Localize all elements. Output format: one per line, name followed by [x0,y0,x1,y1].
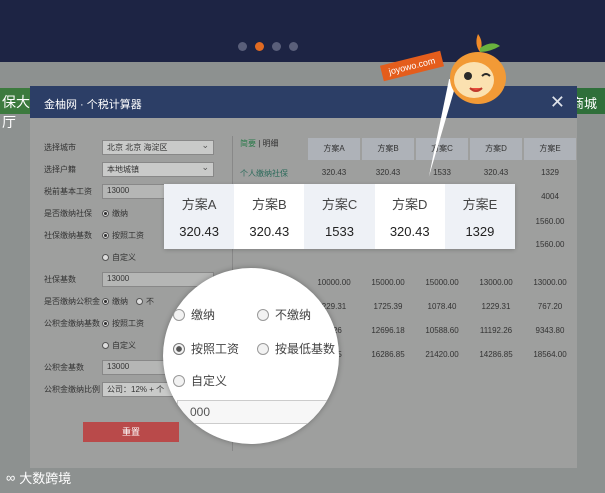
fund-base-input-label: 公积金基数 [44,362,84,372]
table-cell: 13000.00 [533,278,567,287]
table-cell: 4004 [541,192,559,201]
table-cell: 11192.26 [479,326,513,335]
hukou-label: 选择户籍 [44,164,76,174]
table-cell: 12696.18 [371,326,405,335]
column-header: 方案B [362,138,414,160]
table-cell: 21420.00 [425,350,459,359]
zoom-radio-custom[interactable]: 自定义 [173,372,227,389]
tab-separator: | [258,139,261,148]
close-icon[interactable]: ✕ [550,92,565,113]
table-cell: 1329 [541,168,559,177]
pay-social-radio[interactable]: 缴纳 [102,208,128,219]
carousel-dot-active[interactable] [255,42,264,51]
tab-summary[interactable]: 简要 [240,139,256,148]
table-cell: 10000.00 [317,278,351,287]
carousel-dot[interactable] [272,42,281,51]
plan-value: 320.43 [249,224,290,239]
plan-header: 方案E [462,197,498,212]
plan-header: 方案D [392,197,428,212]
pay-fund-label: 是否缴纳公积金 [44,296,100,306]
brand-logo-icon: ∞ [6,470,16,485]
result-table-header: 方案A 方案B 方案C 方案D 方案E [308,138,578,160]
table-cell: 18564.00 [533,350,567,359]
zoom-radio-pay[interactable]: 缴纳 [173,306,215,323]
carousel-dot[interactable] [289,42,298,51]
table-cell: 320.43 [375,168,401,177]
plan-column: 方案C 1533 [304,184,375,249]
plan-value: 320.43 [389,224,430,239]
fund-base-radio-salary[interactable]: 按照工资 [102,318,144,329]
row-label: 个人缴纳社保 [240,169,288,178]
carousel-dots[interactable] [238,42,298,51]
column-header: 方案D [470,138,522,160]
table-cell: 15000.00 [425,278,459,287]
city-select[interactable]: 北京 北京 海淀区 [102,139,214,155]
plan-header: 方案A [181,197,217,212]
fund-base-radio-custom[interactable]: 自定义 [102,340,136,351]
result-tabs: 简要 | 明细 [240,138,279,149]
carousel-dot[interactable] [238,42,247,51]
social-base-input[interactable]: 13000 [102,271,214,287]
fund-ratio-label: 公积金缴纳比例 [44,384,100,394]
plan-value: 320.43 [179,224,219,239]
callout-card: 方案A 320.43 方案B 320.43 方案C 1533 方案D 320.43 方案… [164,184,516,249]
hukou-select[interactable]: 本地城镇 [102,161,214,177]
top-banner [0,0,605,62]
table-cell: 9343.80 [535,326,565,335]
table-cell: 13000.00 [479,278,513,287]
plan-value: 1329 [465,224,495,239]
mascot-icon [450,34,506,104]
salary-label: 税前基本工资 [44,186,92,196]
table-cell: 16286.85 [371,350,405,359]
column-header: 方案A [308,138,360,160]
bottom-brand: ∞ 大数跨境 [6,468,71,487]
tab-detail[interactable]: 明细 [263,139,279,148]
column-header: 方案E [524,138,576,160]
social-base-radio-salary[interactable]: 按照工资 [102,230,144,241]
plan-header: 方案B [251,197,287,212]
plan-column: 方案D 320.43 [375,184,445,249]
social-base-radio-custom[interactable]: 自定义 [102,252,136,263]
plan-header: 方案C [321,197,358,212]
zoom-magnifier: 缴纳 不缴纳 按照工资 按最低基数 自定义 000 [163,268,339,444]
modal-title: 金柚网 · 个税计算器 [44,99,142,111]
zoom-radio-min-base[interactable]: 按最低基数 [257,340,335,357]
plan-column: 方案A 320.43 [164,184,235,249]
social-base-label: 社保缴纳基数 [44,230,92,240]
table-cell: 767.20 [537,302,563,311]
pay-fund-radio[interactable]: 缴纳 [102,296,128,307]
brand-text: 大数跨境 [19,471,72,486]
column-header: 方案C [416,138,468,160]
reset-button[interactable]: 重置 [83,422,179,442]
fund-base-label: 公积金缴纳基数 [44,318,100,328]
zoom-radio-by-salary[interactable]: 按照工资 [173,340,239,357]
table-cell: 1560.00 [535,240,565,249]
table-cell: 320.43 [483,168,509,177]
table-cell: 10588.60 [425,326,459,335]
pay-social-label: 是否缴纳社保 [44,208,92,218]
table-cell: 1560.00 [535,217,565,226]
plan-value: 1533 [325,224,354,239]
no-fund-radio[interactable]: 不 [136,296,154,307]
table-cell: 1725.39 [373,302,403,311]
table-cell: 14286.85 [479,350,513,359]
plan-column: 方案B 320.43 [234,184,304,249]
table-cell: 1078.40 [427,302,457,311]
table-cell: 1229.31 [481,302,511,311]
social-base-input-label: 社保基数 [44,274,76,284]
city-label: 选择城市 [44,142,76,152]
table-cell: 15000.00 [371,278,405,287]
zoom-radio-no-pay[interactable]: 不缴纳 [257,306,311,323]
zoom-input[interactable]: 000 [177,400,339,424]
table-cell: 320.43 [321,168,347,177]
plan-column: 方案E 1329 [444,184,516,249]
